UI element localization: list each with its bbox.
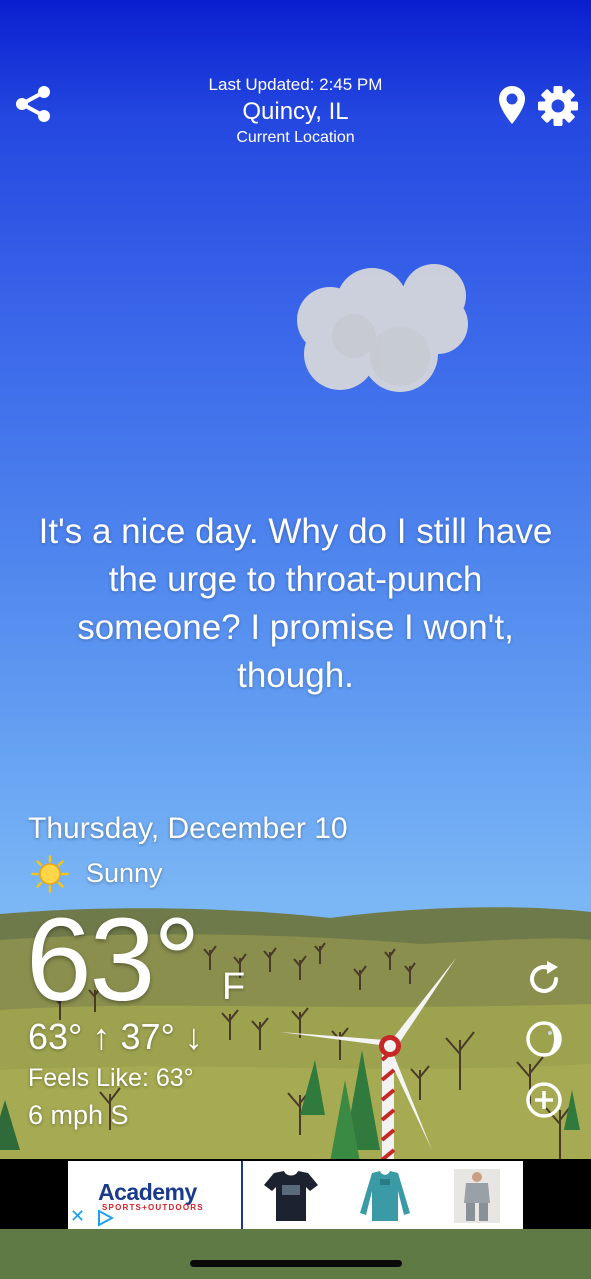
condition-label: Sunny — [86, 858, 163, 888]
gear-icon[interactable] — [537, 85, 579, 127]
feels-like-temperature: Feels Like: 63° — [28, 1064, 194, 1092]
ad-brand-logo[interactable]: Academy — [98, 1179, 197, 1206]
add-icon[interactable] — [523, 1079, 565, 1121]
ad-product-tshirt[interactable] — [262, 1169, 320, 1223]
wind-speed: 6 mph S — [28, 1100, 129, 1130]
advertisement-banner[interactable]: Academy SPORTS+OUTDOORS ✕ — [68, 1161, 523, 1229]
cloud-illustration — [297, 264, 468, 392]
moon-phase-icon[interactable] — [523, 1018, 565, 1060]
location-pin-icon[interactable] — [498, 85, 526, 125]
current-temperature: 63° — [26, 894, 200, 1026]
ground-strip — [0, 1229, 591, 1279]
weather-quote: It's a nice day. Why do I still have the… — [38, 512, 553, 695]
refresh-icon[interactable] — [523, 958, 565, 1000]
location-label: Current Location — [236, 129, 355, 146]
ad-choices-icon[interactable] — [96, 1209, 114, 1227]
ad-brand-tagline: SPORTS+OUTDOORS — [102, 1203, 204, 1212]
date-label: Thursday, December 10 — [28, 812, 348, 845]
home-indicator[interactable] — [190, 1260, 402, 1267]
ad-product-long-sleeve[interactable] — [356, 1169, 414, 1223]
ad-product-sweatsuit[interactable] — [448, 1169, 506, 1223]
temperature-unit[interactable]: F — [222, 966, 245, 1009]
ad-divider — [241, 1161, 243, 1229]
ad-close-icon[interactable]: ✕ — [70, 1207, 85, 1225]
sun-icon — [31, 855, 69, 893]
high-low-temperature: 63° ↑ 37° ↓ — [28, 1016, 203, 1057]
weather-screen: Last Updated: 2:45 PM Quincy, IL Current… — [0, 0, 591, 1279]
